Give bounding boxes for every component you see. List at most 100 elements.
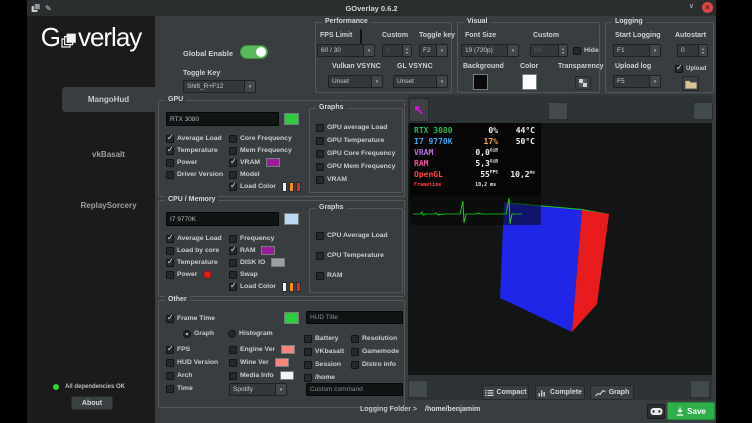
arch-checkbox[interactable]: Arch [166, 371, 218, 380]
vulkan-vsync-dropdown[interactable]: Unset ▾ [328, 75, 383, 88]
frame-time-color-swatch[interactable] [284, 312, 299, 324]
cpu-check-temperature[interactable]: Temperature [166, 258, 222, 267]
hud-position-top-center-button[interactable] [548, 102, 568, 120]
gpu-graph-vram[interactable]: VRAM [316, 175, 395, 184]
gpu-check-load-color[interactable]: Load Color [229, 182, 301, 191]
text-color-swatch[interactable] [522, 74, 537, 90]
radio-histogram[interactable]: Histogram [228, 329, 273, 338]
status-dot [53, 384, 59, 390]
cpu-check-power[interactable]: Power [166, 270, 222, 279]
gpu-name-input[interactable] [166, 112, 279, 126]
cpu-graph-temperature[interactable]: CPU Temperature [316, 251, 388, 260]
gpu-check-temperature[interactable]: Temperature [166, 146, 223, 155]
distro-info-checkbox[interactable]: Distro info [351, 360, 399, 369]
media-source-dropdown[interactable]: Spotify ▾ [229, 383, 287, 396]
fps-checkbox[interactable]: FPS [166, 345, 218, 354]
time-checkbox[interactable]: Time [166, 384, 218, 393]
font-custom-spinner[interactable]: 19 ▴▾ [530, 44, 568, 57]
save-button[interactable]: Save [667, 402, 715, 420]
sidebar-item-replaysorcery[interactable]: ReplaySorcery [62, 193, 155, 218]
gpu-check-driver-version[interactable]: Driver Version [166, 170, 223, 179]
autostart-spinner[interactable]: 0 ▴▾ [677, 44, 708, 57]
about-button[interactable]: About [71, 396, 113, 410]
fps-custom-spinner[interactable]: 1 ▴▾ [382, 44, 412, 57]
cpu-color-swatch[interactable] [284, 213, 299, 225]
home-checkbox[interactable]: /home [304, 373, 344, 382]
sidebar-item-vkbasalt[interactable]: vkBasalt [62, 142, 155, 167]
wine-ver-checkbox[interactable]: Wine Ver [229, 358, 295, 367]
radio-graph[interactable]: Graph [183, 329, 214, 338]
compact-mode-button[interactable]: Compact [482, 385, 529, 400]
font-size-dropdown[interactable]: 19 (720p) ▾ [461, 44, 519, 57]
ram-color-swatch[interactable] [261, 246, 275, 255]
gl-vsync-dropdown[interactable]: Unset ▾ [393, 75, 448, 88]
upload-folder-button[interactable] [682, 76, 699, 91]
gpu-check-model[interactable]: Model [229, 170, 301, 179]
gpu-graph-temperature[interactable]: GPU Temperature [316, 136, 395, 145]
battery-checkbox[interactable]: Battery [304, 334, 344, 343]
media-info-checkbox[interactable]: Media Info [229, 371, 295, 380]
close-button[interactable]: × [702, 2, 713, 13]
engine-ver-checkbox[interactable]: Engine Ver [229, 345, 295, 354]
frame-time-checkbox[interactable]: Frame Time [166, 314, 215, 323]
media-info-color-swatch[interactable] [280, 371, 294, 380]
gpu-graphs-group: Graphs GPU average Load GPU Temperature … [309, 108, 403, 193]
upload-checkbox[interactable]: Upload [675, 64, 706, 73]
resolution-checkbox[interactable]: Resolution [351, 334, 399, 343]
hud-position-bottom-right-button[interactable] [690, 380, 710, 398]
gpu-graph-core-frequency[interactable]: GPU Core Frequency [316, 149, 395, 158]
gamepad-button[interactable] [647, 404, 665, 419]
gpu-group: GPU Average Load Temperature Power Drive… [158, 100, 405, 197]
hud-position-bottom-left-button[interactable] [408, 380, 428, 398]
hud-position-top-left-button[interactable]: ↖ [409, 98, 429, 122]
hud-position-top-right-button[interactable] [693, 102, 713, 120]
gpu-color-swatch[interactable] [284, 113, 299, 125]
gpu-check-average-load[interactable]: Average Load [166, 134, 223, 143]
gpu-check-mem-frequency[interactable]: Mem Frequency [229, 146, 301, 155]
cpu-power-color-swatch[interactable] [203, 270, 212, 279]
global-enable-toggle[interactable] [240, 45, 268, 59]
gpu-graph-mem-frequency[interactable]: GPU Mem Frequency [316, 162, 395, 171]
session-checkbox[interactable]: Session [304, 360, 344, 369]
cpu-graph-average-load[interactable]: CPU Average Load [316, 231, 388, 240]
cpu-check-frequency[interactable]: Frequency [229, 234, 301, 243]
transparency-button[interactable] [575, 76, 591, 90]
cpu-check-ram[interactable]: RAM [229, 246, 301, 255]
logging-folder-path[interactable]: /home/benjamim [425, 406, 480, 413]
gpu-graph-average-load[interactable]: GPU average Load [316, 123, 395, 132]
engine-ver-color-swatch[interactable] [281, 345, 295, 354]
graph-mode-button[interactable]: Graph [590, 385, 634, 400]
disk-io-color-swatch[interactable] [271, 258, 285, 267]
cpu-check-average-load[interactable]: Average Load [166, 234, 222, 243]
gamemode-checkbox[interactable]: Gamemode [351, 347, 399, 356]
cpu-name-input[interactable] [166, 212, 279, 226]
cpu-check-load-by-core[interactable]: Load by core [166, 246, 222, 255]
sidebar-item-mangohud[interactable]: MangoHud [62, 87, 155, 112]
wine-ver-color-swatch[interactable] [275, 358, 289, 367]
gpu-check-core-frequency[interactable]: Core Frequency [229, 134, 301, 143]
chevron-down-icon[interactable]: ∨ [689, 2, 694, 10]
upload-log-dropdown[interactable]: F5 ▾ [613, 75, 661, 88]
custom-command-input[interactable] [306, 383, 403, 396]
gpu-load-color-swatches[interactable] [282, 182, 301, 192]
background-color-swatch[interactable] [473, 74, 488, 90]
complete-mode-button[interactable]: Complete [535, 385, 585, 400]
chevron-down-icon: ▾ [371, 76, 382, 87]
hud-row-cpu: I7 9770K 17% 50°C [414, 137, 537, 148]
cpu-check-load-color[interactable]: Load Color [229, 282, 301, 291]
hud-version-checkbox[interactable]: HUD Version [166, 358, 218, 367]
fps-limit-dropdown[interactable]: 60 / 30 ▾ [317, 44, 375, 57]
hide-checkbox[interactable]: Hide [573, 46, 599, 55]
hud-title-input[interactable] [306, 311, 403, 324]
cpu-check-swap[interactable]: Swap [229, 270, 301, 279]
vkbasalt-checkbox[interactable]: VKbasalt [304, 347, 344, 356]
cpu-check-disk-io[interactable]: DISK IO [229, 258, 301, 267]
gpu-check-power[interactable]: Power [166, 158, 223, 167]
start-logging-dropdown[interactable]: F1 ▾ [613, 44, 661, 57]
gpu-check-vram[interactable]: VRAM [229, 158, 301, 167]
vram-color-swatch[interactable] [266, 158, 280, 167]
fps-toggle-key-dropdown[interactable]: F2 ▾ [419, 44, 448, 57]
toggle-key-dropdown[interactable]: Shift_R+F12 ▾ [183, 80, 256, 93]
cpu-graph-ram[interactable]: RAM [316, 271, 388, 280]
cpu-load-color-swatches[interactable] [282, 282, 301, 292]
